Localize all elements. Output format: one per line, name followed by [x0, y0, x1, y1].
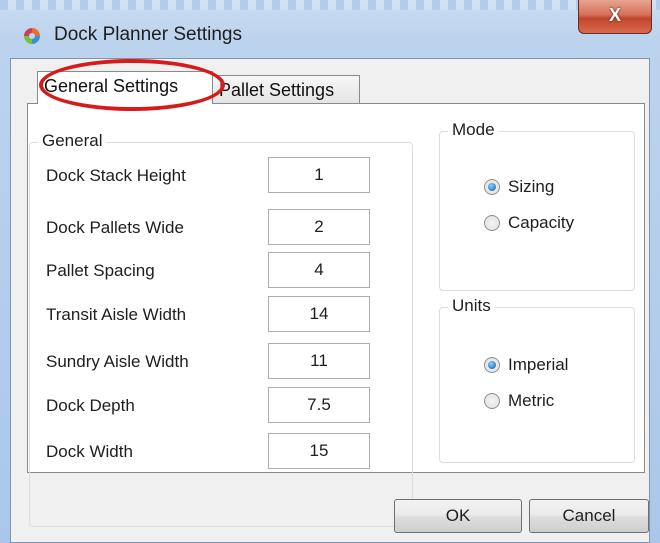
close-button[interactable]: X	[578, 0, 652, 34]
radio-checked-icon	[484, 357, 500, 373]
tab-general-settings-label: General Settings	[44, 76, 179, 96]
field-label: Dock Width	[46, 442, 133, 461]
dialog-client-area: General Settings Pallet Settings General…	[10, 58, 650, 543]
ok-button[interactable]: OK	[394, 499, 522, 533]
field-label: Sundry Aisle Width	[46, 352, 189, 371]
title-bar[interactable]: Dock Planner Settings	[0, 10, 660, 58]
field-label: Dock Stack Height	[46, 166, 186, 185]
field-dock-stack-height: Dock Stack Height 1	[46, 157, 406, 195]
field-label: Pallet Spacing	[46, 261, 155, 280]
units-group-label: Units	[448, 296, 495, 316]
close-icon: X	[608, 5, 621, 25]
radio-label: Metric	[508, 391, 555, 410]
field-dock-depth: Dock Depth 7.5	[46, 387, 406, 425]
dock-depth-input[interactable]: 7.5	[268, 387, 370, 423]
tab-pallet-settings[interactable]: Pallet Settings	[212, 75, 360, 105]
radio-label: Capacity	[508, 213, 575, 232]
mode-groupbox: Mode Sizing Capacity	[439, 120, 635, 291]
tab-pallet-settings-label: Pallet Settings	[219, 80, 335, 100]
dock-pallets-wide-input[interactable]: 2	[268, 209, 370, 245]
field-transit-aisle-width: Transit Aisle Width 14	[46, 296, 406, 334]
field-label: Transit Aisle Width	[46, 305, 187, 324]
dock-width-input[interactable]: 15	[268, 433, 370, 469]
radio-unchecked-icon	[484, 215, 500, 231]
pallet-spacing-input[interactable]: 4	[268, 252, 370, 288]
sundry-aisle-width-input[interactable]: 11	[268, 343, 370, 379]
dock-planner-app-icon	[24, 28, 40, 44]
cancel-button[interactable]: Cancel	[529, 499, 649, 533]
field-pallet-spacing: Pallet Spacing 4	[46, 252, 406, 290]
window-title: Dock Planner Settings	[54, 24, 242, 45]
units-groupbox: Units Imperial Metric	[439, 296, 635, 463]
mode-group-label: Mode	[448, 120, 499, 140]
units-metric-radio[interactable]: Metric	[484, 390, 634, 414]
transit-aisle-width-input[interactable]: 14	[268, 296, 370, 332]
radio-label: Imperial	[508, 355, 569, 374]
mode-sizing-radio[interactable]: Sizing	[484, 176, 634, 200]
field-sundry-aisle-width: Sundry Aisle Width 11	[46, 343, 406, 381]
units-imperial-radio[interactable]: Imperial	[484, 354, 634, 378]
window-frame-border	[0, 0, 660, 10]
tab-general-settings[interactable]: General Settings	[37, 71, 213, 104]
field-label: Dock Depth	[46, 396, 135, 415]
radio-label: Sizing	[508, 177, 555, 196]
field-label: Dock Pallets Wide	[46, 218, 184, 237]
general-groupbox: General Dock Stack Height 1 Dock Pallets…	[29, 131, 413, 527]
window-frame: Dock Planner Settings X General Settings…	[0, 0, 660, 543]
general-group-label: General	[38, 131, 107, 151]
mode-capacity-radio[interactable]: Capacity	[484, 212, 634, 236]
field-dock-width: Dock Width 15	[46, 433, 406, 471]
radio-unchecked-icon	[484, 393, 500, 409]
radio-checked-icon	[484, 179, 500, 195]
field-dock-pallets-wide: Dock Pallets Wide 2	[46, 209, 406, 247]
dock-stack-height-input[interactable]: 1	[268, 157, 370, 193]
